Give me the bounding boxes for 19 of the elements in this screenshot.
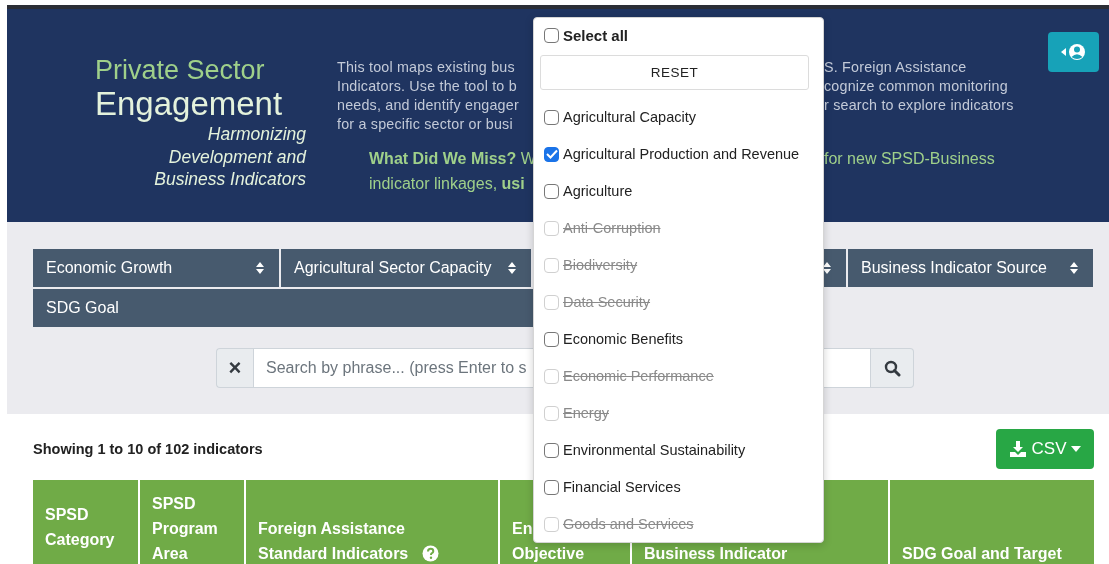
intro-text: This tool maps existing bus xyxy=(337,58,516,77)
column-header: SPSD Program Area xyxy=(140,480,244,564)
intro-text: S. Foreign Assistance xyxy=(824,58,968,77)
column-header: SDG Goal and Target xyxy=(890,480,1094,564)
feedback-text: indicator linkages, usi xyxy=(369,174,526,194)
tagline: Business Indicators xyxy=(154,168,306,191)
site-title: Engagement xyxy=(95,85,284,123)
tagline: Harmonizing xyxy=(207,123,306,146)
site-title: Private Sector xyxy=(95,55,266,85)
intro-text: for a specific sector or busi xyxy=(337,115,514,134)
results-count: Showing 1 to 10 of 102 indicators xyxy=(33,441,263,457)
intro-text: cognize common monitoring xyxy=(824,77,1009,96)
feedback-text: for new SPSD-Business xyxy=(824,149,995,169)
tagline: Development and xyxy=(168,145,306,168)
intro-text: r search to explore indicators xyxy=(824,96,1014,115)
intro-text: Indicators. Use the tool to b xyxy=(337,77,518,96)
column-header: SPSD Category xyxy=(33,480,138,564)
column-header: Foreign Assistance Standard Indicators xyxy=(246,480,498,564)
intro-text: needs, and identify engager xyxy=(337,96,520,115)
